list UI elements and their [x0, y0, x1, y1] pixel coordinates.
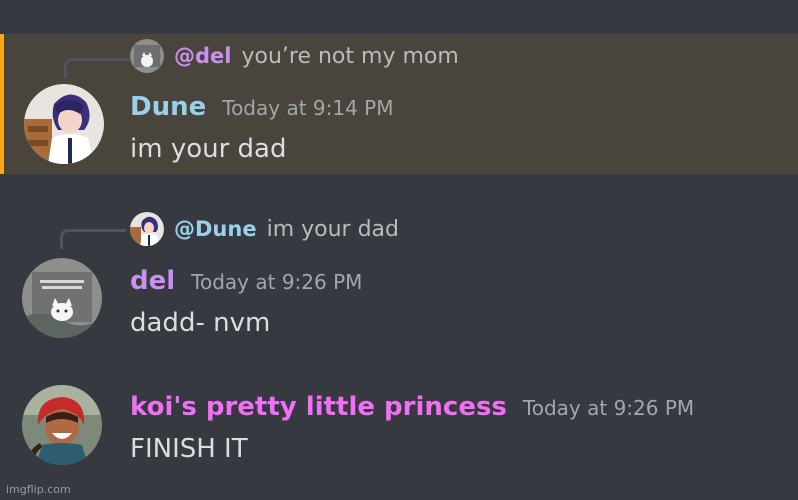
dune-mini-avatar	[130, 212, 164, 246]
reply-connector	[64, 58, 130, 78]
message-del: @Dune im your dad del Today at 9:26 PM d…	[0, 208, 798, 348]
message-content: FINISH IT	[130, 434, 248, 464]
message-header: koi's pretty little princess Today at 9:…	[130, 392, 694, 422]
message-koi: koi's pretty little princess Today at 9:…	[0, 380, 798, 490]
message-content: dadd- nvm	[130, 308, 271, 338]
koi-avatar[interactable]	[22, 385, 102, 465]
dune-avatar[interactable]	[24, 84, 104, 164]
reply-preview[interactable]: @del you’re not my mom	[130, 39, 459, 73]
del-mini-avatar	[130, 39, 164, 73]
message-content: im your dad	[130, 134, 287, 164]
timestamp[interactable]: Today at 9:26 PM	[523, 396, 694, 420]
username-del[interactable]: del	[130, 266, 175, 296]
reply-preview[interactable]: @Dune im your dad	[130, 212, 399, 246]
message-dune: @del you’re not my mom Dune Today at 9:1…	[0, 34, 798, 174]
reply-text: you’re not my mom	[241, 43, 459, 69]
reply-mention[interactable]: @del	[174, 44, 231, 68]
message-header: Dune Today at 9:14 PM	[130, 92, 394, 122]
watermark: imgflip.com	[6, 483, 71, 496]
timestamp[interactable]: Today at 9:14 PM	[222, 96, 393, 120]
reply-text: im your dad	[266, 216, 399, 242]
message-header: del Today at 9:26 PM	[130, 266, 362, 296]
username-koi[interactable]: koi's pretty little princess	[130, 392, 507, 422]
reply-connector	[60, 229, 126, 249]
timestamp[interactable]: Today at 9:26 PM	[191, 270, 362, 294]
username-dune[interactable]: Dune	[130, 92, 206, 122]
del-avatar[interactable]	[22, 258, 102, 338]
reply-mention[interactable]: @Dune	[174, 217, 257, 241]
